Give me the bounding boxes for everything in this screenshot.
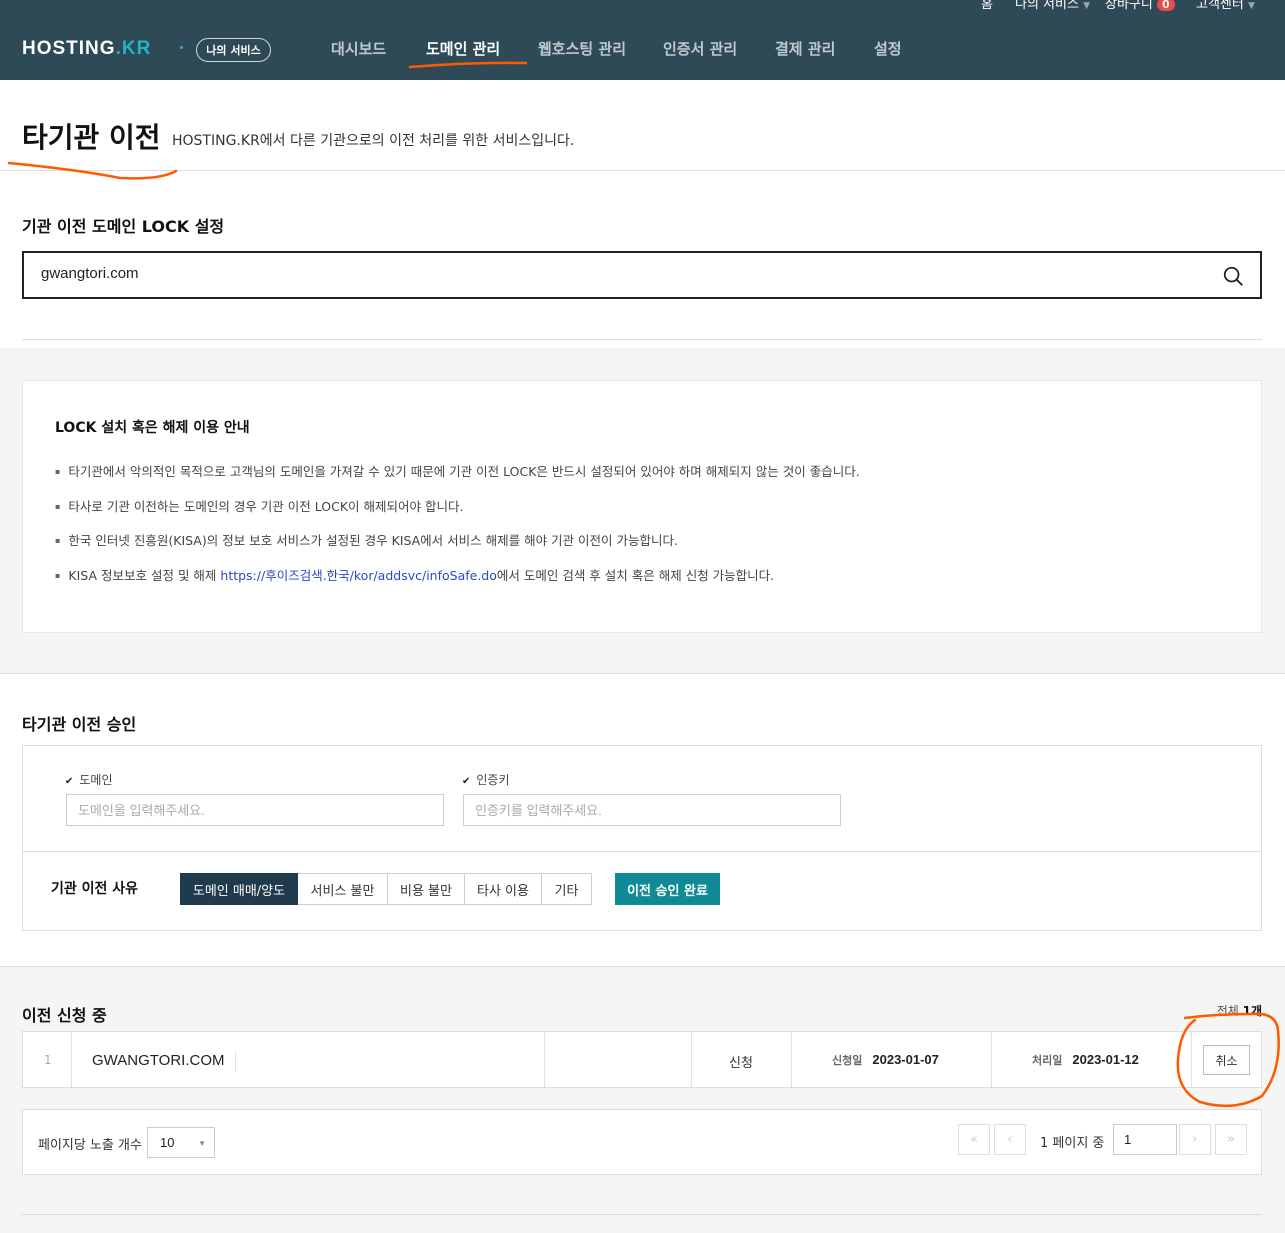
per-page-label: 페이지당 노출 개수 (38, 1138, 142, 1153)
nav-payment-management[interactable]: 결제 관리 (775, 38, 835, 59)
info-item: KISA 정보보호 설정 및 해제 https://후이즈검색.한국/kor/a… (55, 565, 860, 600)
util-my-service[interactable]: 나의 서비스 ▼ (1015, 0, 1090, 12)
last-page-icon[interactable]: » (1215, 1124, 1247, 1155)
cart-count-badge: 0 (1156, 0, 1175, 11)
util-support[interactable]: 고객센터 ▼ (1196, 0, 1255, 12)
approve-form: ✔도메인 ✔인증키 기관 이전 사유 도메인 매매/양도 서비스 불만 비용 불… (22, 745, 1262, 931)
divider (235, 1052, 236, 1072)
reason-option-cost[interactable]: 비용 불만 (388, 873, 465, 905)
divider (791, 1032, 792, 1087)
reason-label: 기관 이전 사유 (51, 881, 139, 897)
page-number-input[interactable] (1113, 1124, 1177, 1155)
divider (71, 1032, 72, 1087)
approve-complete-button[interactable]: 이전 승인 완료 (615, 873, 720, 905)
divider (991, 1032, 992, 1087)
divider (1191, 1032, 1192, 1087)
page-title: 타기관 이전 (22, 121, 161, 154)
row-process-date: 처리일 2023-01-12 (1032, 1052, 1139, 1067)
per-page-select[interactable]: 10 ▼ (147, 1127, 215, 1158)
reason-option-other-company[interactable]: 타사 이용 (465, 873, 542, 905)
table-row: 1 GWANGTORI.COM 신청 신청일 2023-01-07 처리일 2023… (22, 1031, 1262, 1088)
page-info: 1 페이지 중 (1040, 1136, 1105, 1151)
domain-search-input[interactable] (41, 265, 1191, 282)
nav-certificate-management[interactable]: 인증서 관리 (663, 38, 737, 59)
nav-webhosting-management[interactable]: 웹호스팅 관리 (538, 38, 626, 59)
approve-section-title: 타기관 이전 승인 (22, 715, 137, 734)
info-item: 한국 인터넷 진흥원(KISA)의 정보 보호 서비스가 설정된 경우 KISA… (55, 530, 860, 565)
reason-option-sale[interactable]: 도메인 매매/양도 (180, 873, 298, 905)
separator-dot (180, 46, 183, 49)
reason-option-service[interactable]: 서비스 불만 (298, 873, 388, 905)
authkey-field-label: ✔ 인증키 (462, 773, 510, 787)
reason-option-etc[interactable]: 기타 (542, 873, 592, 905)
chevron-down-icon: ▼ (198, 1139, 206, 1148)
caret-down-icon: ▼ (1247, 1, 1255, 11)
row-number: 1 (44, 1053, 52, 1067)
my-service-pill[interactable]: 나의 서비스 (196, 38, 271, 62)
info-title: LOCK 설치 혹은 해제 이용 안내 (55, 420, 250, 436)
lock-section-title: 기관 이전 도메인 LOCK 설정 (22, 217, 225, 236)
caret-down-icon: ▼ (1083, 1, 1090, 11)
page-header: 타기관 이전 HOSTING.KR에서 다른 기관으로의 이전 처리를 위한 서… (0, 80, 1285, 171)
page-description: HOSTING.KR에서 다른 기관으로의 이전 처리를 위한 서비스입니다. (172, 133, 575, 149)
row-apply-date: 신청일 2023-01-07 (832, 1052, 939, 1067)
lock-info-box: LOCK 설치 혹은 해제 이용 안내 타기관에서 악의적인 목적으로 고객님의… (22, 380, 1262, 633)
divider (23, 851, 1261, 852)
cancel-button[interactable]: 취소 (1203, 1045, 1250, 1075)
domain-search-box (22, 251, 1262, 299)
hosting-logo[interactable]: HOSTING.KR (22, 38, 151, 60)
info-item: 타사로 기관 이전하는 도메인의 경우 기관 이전 LOCK이 해제되어야 합니… (55, 496, 860, 531)
top-header: HOSTING.KR 나의 서비스 대시보드 도메인 관리 웹호스팅 관리 인증… (0, 0, 1285, 80)
divider (22, 1214, 1262, 1215)
first-page-icon[interactable]: « (958, 1124, 990, 1155)
row-status: 신청 (729, 1056, 753, 1071)
next-page-icon[interactable]: › (1179, 1124, 1211, 1155)
kisa-link[interactable]: https://후이즈검색.한국/kor/addsvc/infoSafe.do (220, 568, 497, 583)
info-list: 타기관에서 악의적인 목적으로 고객님의 도메인을 가져갈 수 있기 때문에 기… (55, 461, 860, 600)
util-cart[interactable]: 장바구니 0 (1105, 0, 1175, 12)
reason-segmented-control: 도메인 매매/양도 서비스 불만 비용 불만 타사 이용 기타 (180, 873, 592, 905)
divider (22, 339, 1262, 340)
nav-settings[interactable]: 설정 (874, 38, 902, 59)
prev-page-icon[interactable]: ‹ (994, 1124, 1026, 1155)
divider (544, 1032, 545, 1087)
pending-band (0, 966, 1285, 1233)
nav-domain-management[interactable]: 도메인 관리 (426, 38, 500, 59)
domain-input[interactable] (66, 794, 444, 826)
pagination-bar: 페이지당 노출 개수 10▼ « ‹ 1 페이지 중 › » (22, 1109, 1262, 1175)
domain-field-label: ✔ 도메인 (65, 773, 113, 787)
authkey-input[interactable] (463, 794, 841, 826)
util-home[interactable]: 홈 (981, 0, 993, 12)
row-domain: GWANGTORI.COM (92, 1052, 225, 1069)
search-icon[interactable] (1222, 265, 1244, 287)
check-icon: ✔ (65, 776, 74, 787)
info-item: 타기관에서 악의적인 목적으로 고객님의 도메인을 가져갈 수 있기 때문에 기… (55, 461, 859, 496)
divider (691, 1032, 692, 1087)
nav-dashboard[interactable]: 대시보드 (331, 38, 386, 59)
pending-section-title: 이전 신청 중 (22, 1006, 107, 1025)
total-count: 전체 1개 (1216, 1004, 1262, 1018)
check-icon: ✔ (462, 776, 471, 787)
